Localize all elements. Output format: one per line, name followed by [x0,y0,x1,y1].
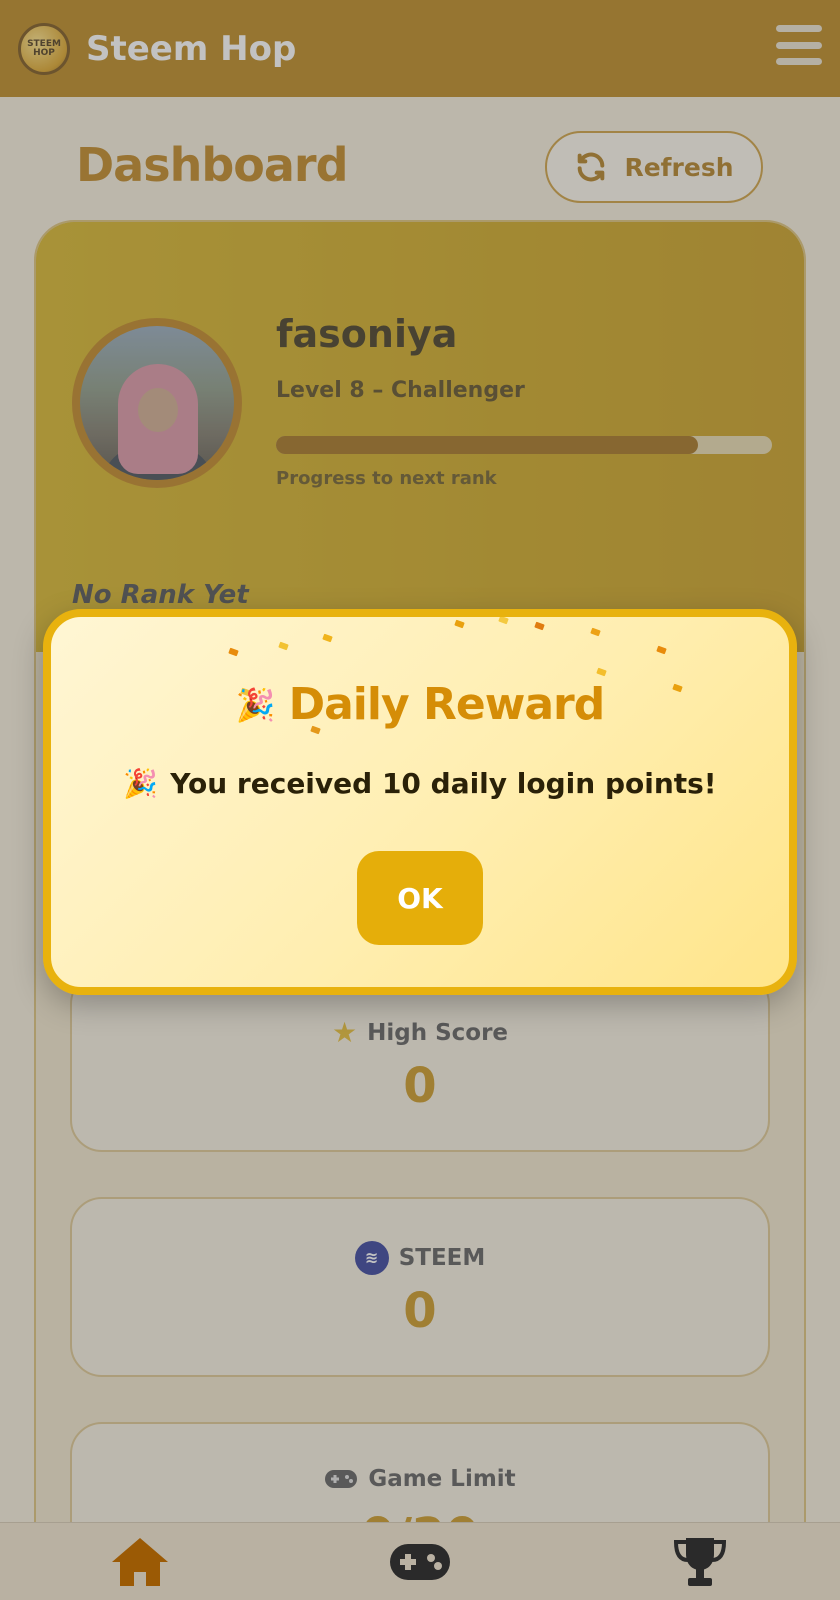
modal-title: Daily Reward [288,679,606,730]
modal-message: You received 10 daily login points! [170,767,717,800]
nav-home[interactable] [105,1532,175,1592]
party-popper-icon: 🎉 [235,685,276,724]
ok-button[interactable]: OK [357,851,483,945]
trophy-icon [673,1537,727,1586]
party-popper-icon: 🎉 [123,766,159,800]
nav-game[interactable] [385,1532,455,1592]
nav-leaderboard[interactable] [665,1532,735,1592]
home-icon [112,1537,168,1586]
bottom-nav [0,1522,840,1600]
gamepad-icon [390,1543,450,1580]
daily-reward-modal: 🎉 Daily Reward 🎉 You received 10 daily l… [43,609,797,995]
